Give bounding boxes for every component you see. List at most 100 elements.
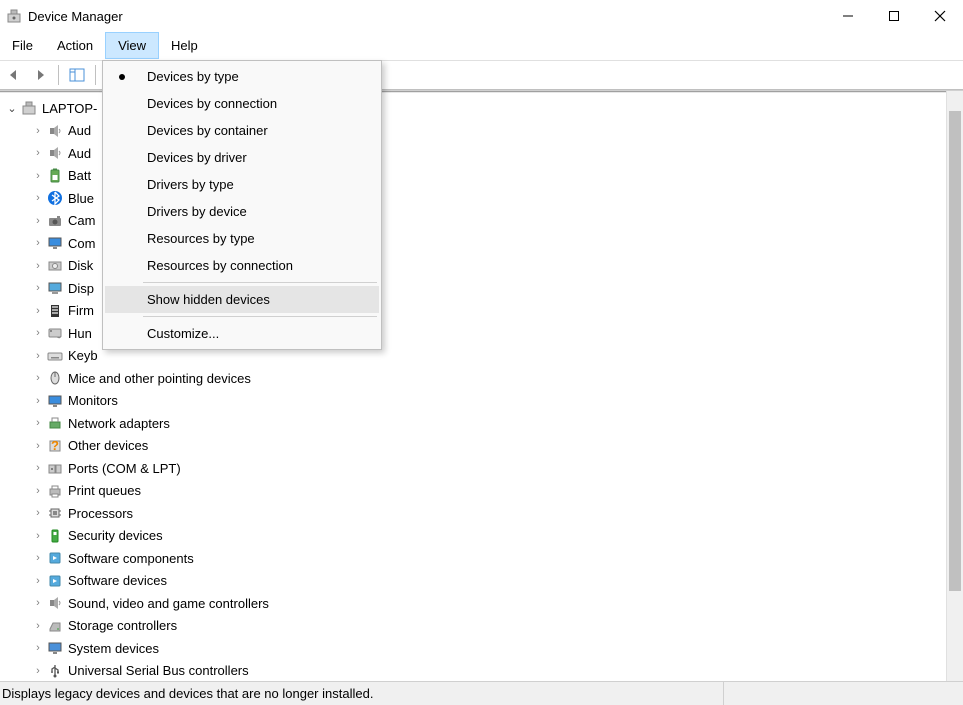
chevron-right-icon[interactable]: › — [30, 507, 46, 519]
chevron-right-icon[interactable]: › — [30, 170, 46, 182]
tree-node-label: Storage controllers — [68, 618, 177, 633]
chevron-right-icon[interactable]: › — [30, 597, 46, 609]
chevron-right-icon[interactable]: › — [30, 282, 46, 294]
chevron-right-icon[interactable]: › — [30, 575, 46, 587]
tree-node[interactable]: ›Software devices — [4, 570, 946, 593]
menu-item-label: Show hidden devices — [147, 292, 270, 307]
show-hide-tree-button[interactable] — [65, 63, 89, 87]
menu-item-label: Devices by driver — [147, 150, 247, 165]
battery-icon — [46, 167, 64, 185]
menu-separator — [143, 282, 377, 283]
chevron-right-icon[interactable]: › — [30, 417, 46, 429]
menu-item-label: Devices by connection — [147, 96, 277, 111]
chevron-right-icon[interactable]: › — [30, 215, 46, 227]
tree-node-label: Mice and other pointing devices — [68, 371, 251, 386]
tree-node[interactable]: › Sound, video and game controllers — [4, 592, 946, 615]
software-icon — [46, 549, 64, 567]
menu-file[interactable]: File — [0, 32, 45, 59]
chevron-right-icon[interactable]: › — [30, 327, 46, 339]
scrollbar-thumb[interactable] — [949, 111, 961, 591]
tree-node[interactable]: › Print queues — [4, 480, 946, 503]
tree-node[interactable]: › Network adapters — [4, 412, 946, 435]
chevron-down-icon[interactable]: ⌄ — [4, 102, 20, 115]
menu-help[interactable]: Help — [159, 32, 210, 59]
chevron-right-icon[interactable]: › — [30, 395, 46, 407]
view-menu-show-hidden[interactable]: Show hidden devices — [105, 286, 379, 313]
menu-bar: File Action View Help — [0, 32, 963, 60]
tree-node-label: Disp — [68, 281, 94, 296]
tree-node[interactable]: ›Processors — [4, 502, 946, 525]
tree-node-label: Print queues — [68, 483, 141, 498]
menu-item-label: Devices by type — [147, 69, 239, 84]
tree-node-label: Aud — [68, 146, 91, 161]
tree-node-label: Network adapters — [68, 416, 170, 431]
forward-button[interactable] — [28, 63, 52, 87]
menu-view[interactable]: View — [105, 32, 159, 59]
menu-separator — [143, 316, 377, 317]
tree-node[interactable]: › Ports (COM & LPT) — [4, 457, 946, 480]
chevron-right-icon[interactable]: › — [30, 192, 46, 204]
chevron-right-icon[interactable]: › — [30, 462, 46, 474]
status-right-segment — [723, 682, 963, 705]
tree-root-label: LAPTOP- — [42, 101, 97, 116]
minimize-button[interactable] — [825, 0, 871, 32]
tree-node-label: Hun — [68, 326, 92, 341]
back-button[interactable] — [2, 63, 26, 87]
security-icon — [46, 527, 64, 545]
view-menu-item[interactable]: Devices by connection — [105, 90, 379, 117]
usb-icon — [46, 662, 64, 680]
system-icon — [46, 639, 64, 657]
view-menu-item[interactable]: Devices by type — [105, 63, 379, 90]
port-icon — [46, 459, 64, 477]
other-icon: ? — [46, 437, 64, 455]
view-menu-item[interactable]: Resources by connection — [105, 252, 379, 279]
chevron-right-icon[interactable]: › — [30, 440, 46, 452]
tree-node-label: Cam — [68, 213, 95, 228]
tree-node[interactable]: ›System devices — [4, 637, 946, 660]
view-menu-item[interactable]: Drivers by device — [105, 198, 379, 225]
chevron-right-icon[interactable]: › — [30, 237, 46, 249]
tree-node[interactable]: › Security devices — [4, 525, 946, 548]
chevron-right-icon[interactable]: › — [30, 125, 46, 137]
camera-icon — [46, 212, 64, 230]
tree-node[interactable]: ›Monitors — [4, 390, 946, 413]
menu-item-label: Devices by container — [147, 123, 268, 138]
view-menu-item[interactable]: Devices by container — [105, 117, 379, 144]
chevron-right-icon[interactable]: › — [30, 485, 46, 497]
speaker-icon — [46, 594, 64, 612]
cpu-icon — [46, 504, 64, 522]
chevron-right-icon[interactable]: › — [30, 350, 46, 362]
mouse-icon — [46, 369, 64, 387]
chevron-right-icon[interactable]: › — [30, 372, 46, 384]
toolbar-separator — [58, 65, 59, 85]
vertical-scrollbar[interactable] — [946, 91, 963, 681]
view-menu-customize[interactable]: Customize... — [105, 320, 379, 347]
chevron-right-icon[interactable]: › — [30, 552, 46, 564]
tree-node[interactable]: ›Universal Serial Bus controllers — [4, 660, 946, 682]
disk-icon — [46, 257, 64, 275]
view-menu-item[interactable]: Drivers by type — [105, 171, 379, 198]
tree-node[interactable]: › Storage controllers — [4, 615, 946, 638]
tree-node-label: Sound, video and game controllers — [68, 596, 269, 611]
chevron-right-icon[interactable]: › — [30, 147, 46, 159]
tree-node-label: Com — [68, 236, 95, 251]
tree-node[interactable]: ›Software components — [4, 547, 946, 570]
chevron-right-icon[interactable]: › — [30, 620, 46, 632]
view-menu-item[interactable]: Resources by type — [105, 225, 379, 252]
chevron-right-icon[interactable]: › — [30, 305, 46, 317]
tree-node-label: Aud — [68, 123, 91, 138]
tree-node-label: Ports (COM & LPT) — [68, 461, 181, 476]
chevron-right-icon[interactable]: › — [30, 642, 46, 654]
tree-node[interactable]: ›?Other devices — [4, 435, 946, 458]
tree-node-label: Security devices — [68, 528, 163, 543]
tree-node[interactable]: › Mice and other pointing devices — [4, 367, 946, 390]
menu-action[interactable]: Action — [45, 32, 105, 59]
computer-icon — [20, 99, 38, 117]
chevron-right-icon[interactable]: › — [30, 260, 46, 272]
chevron-right-icon[interactable]: › — [30, 665, 46, 677]
view-menu-item[interactable]: Devices by driver — [105, 144, 379, 171]
close-button[interactable] — [917, 0, 963, 32]
maximize-button[interactable] — [871, 0, 917, 32]
speaker-icon — [46, 122, 64, 140]
chevron-right-icon[interactable]: › — [30, 530, 46, 542]
